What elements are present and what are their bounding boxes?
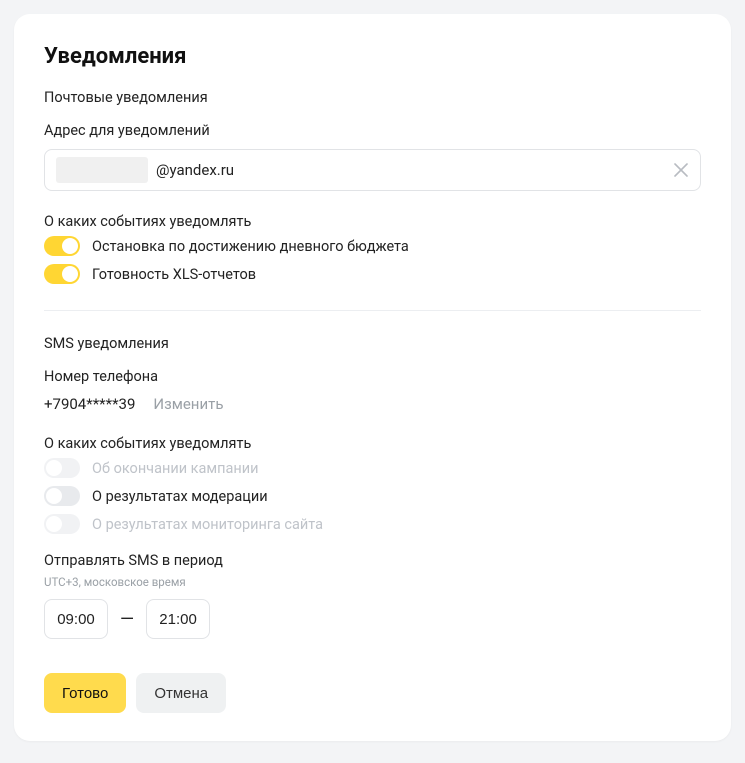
timezone-note: UTC+3, московское время: [44, 575, 701, 589]
close-icon: [674, 163, 688, 177]
sms-section-label: SMS уведомления: [44, 335, 701, 352]
time-to-input[interactable]: [146, 599, 210, 639]
clear-email-button[interactable]: [671, 160, 691, 180]
time-range-row: —: [44, 599, 701, 639]
phone-number: +7904*****39: [44, 395, 135, 413]
email-events-label: О каких событиях уведомлять: [44, 213, 701, 230]
done-button[interactable]: Готово: [44, 673, 126, 713]
sms-events-label: О каких событиях уведомлять: [44, 435, 701, 452]
email-toggle-row-0: Остановка по достижению дневного бюджета: [44, 236, 701, 256]
email-input[interactable]: [44, 149, 701, 191]
toggle-daily-budget-stop[interactable]: [44, 236, 80, 256]
time-range-dash: —: [120, 609, 134, 630]
sms-toggle-row-2: О результатах мониторинга сайта: [44, 514, 701, 534]
page-title: Уведомления: [44, 44, 701, 69]
email-section-label: Почтовые уведомления: [44, 89, 701, 106]
notifications-card: Уведомления Почтовые уведомления Адрес д…: [14, 14, 731, 741]
change-phone-link[interactable]: Изменить: [153, 395, 223, 413]
toggle-campaign-end: [44, 458, 80, 478]
sms-toggle-row-0: Об окончании кампании: [44, 458, 701, 478]
toggle-label-daily-budget: Остановка по достижению дневного бюджета: [92, 238, 409, 255]
phone-field-label: Номер телефона: [44, 368, 701, 385]
toggle-label-xls-reports: Готовность XLS-отчетов: [92, 266, 256, 283]
toggle-site-monitoring: [44, 514, 80, 534]
toggle-label-site-monitoring: О результатах мониторинга сайта: [92, 516, 323, 533]
toggle-xls-reports-ready[interactable]: [44, 264, 80, 284]
toggle-label-moderation: О результатах модерации: [92, 488, 268, 505]
phone-row: +7904*****39 Изменить: [44, 395, 701, 413]
footer: Готово Отмена: [44, 673, 701, 713]
email-field-label: Адрес для уведомлений: [44, 122, 701, 139]
cancel-button[interactable]: Отмена: [136, 673, 226, 713]
sms-period-label: Отправлять SMS в период: [44, 552, 701, 569]
toggle-moderation-results[interactable]: [44, 486, 80, 506]
toggle-label-campaign-end: Об окончании кампании: [92, 460, 259, 477]
email-toggle-row-1: Готовность XLS-отчетов: [44, 264, 701, 284]
email-input-wrap: @yandex.ru: [44, 149, 701, 191]
sms-toggle-row-1: О результатах модерации: [44, 486, 701, 506]
time-from-input[interactable]: [44, 599, 108, 639]
section-divider: [44, 310, 701, 311]
